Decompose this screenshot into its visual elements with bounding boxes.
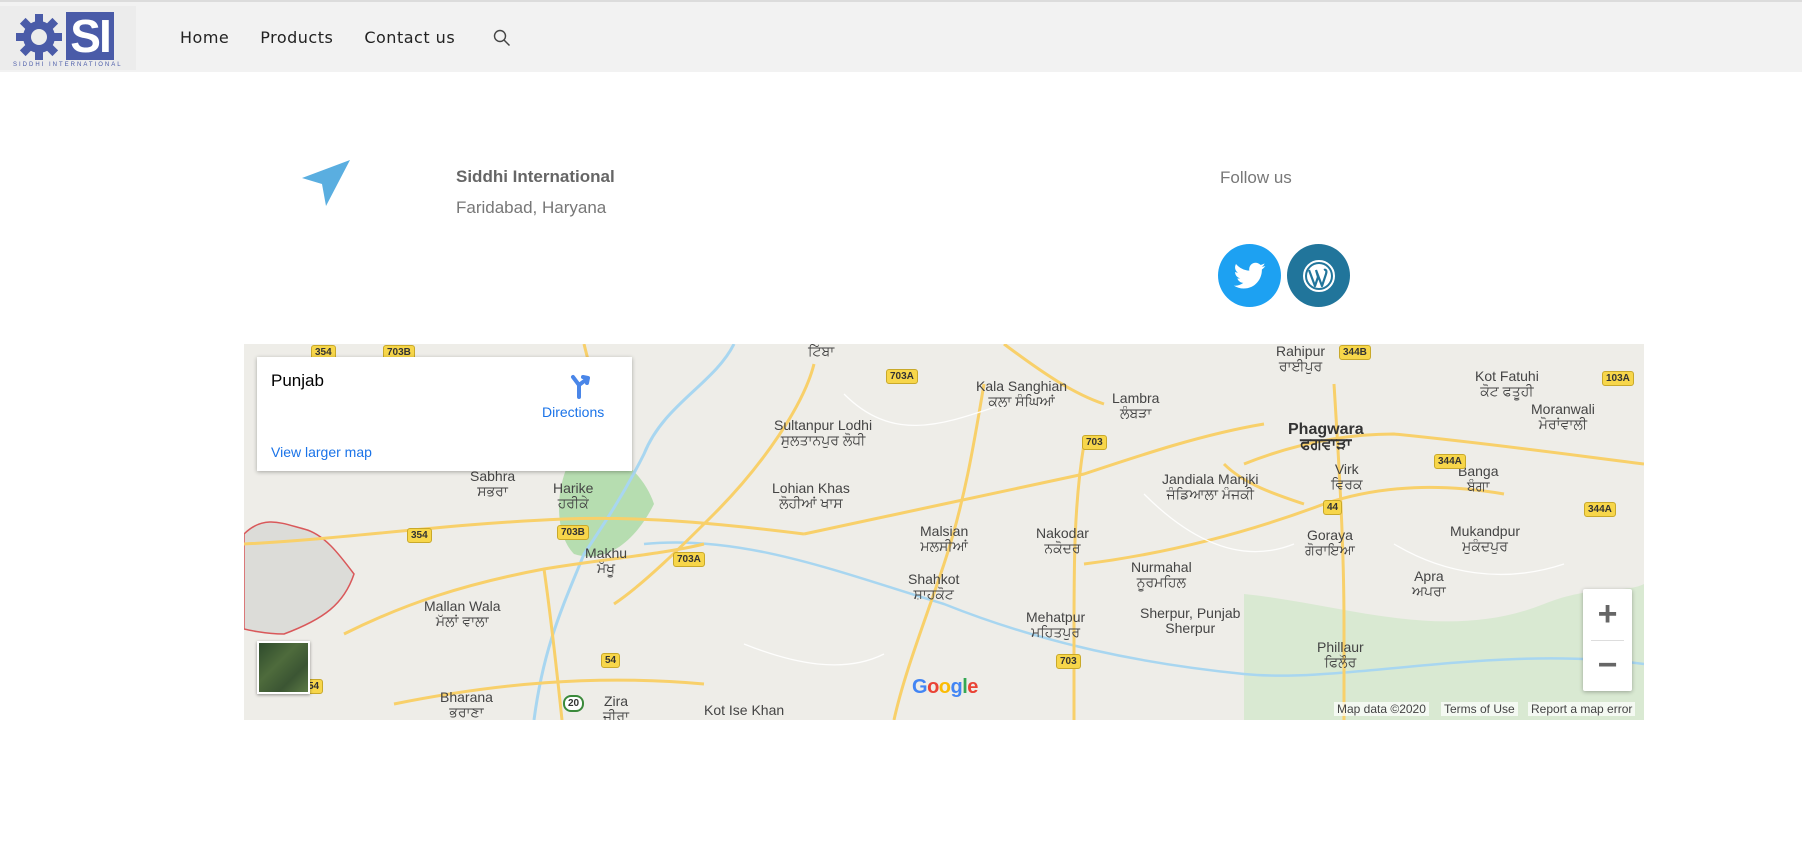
map-place-label: Shahkot ਸ਼ਾਹਕੋਟ — [908, 571, 960, 602]
map-place-label: Mallan Wala ਮੱਲਾਂ ਵਾਲਾ — [424, 598, 501, 629]
map-place-label: Phagwara ਫਗਵਾੜਾ — [1288, 421, 1364, 453]
company-name: Siddhi International — [456, 167, 615, 186]
map-place-label: Apra ਅਪਰਾ — [1412, 568, 1446, 599]
logo-letters: SI — [66, 12, 114, 60]
map-place-label: Sherpur, Punjab Sherpur — [1140, 605, 1241, 636]
road-shield: 703 — [1082, 435, 1107, 450]
map-place-label: Moranwali ਮੋਰਾਂਵਾਲੀ — [1531, 401, 1595, 432]
nav-home[interactable]: Home — [180, 28, 229, 47]
map-place-label: Kot Fatuhi ਕੋਟ ਫਤੂਹੀ — [1475, 368, 1539, 399]
road-shield: 703A — [886, 369, 918, 384]
map-place-label: Phillaur ਫਿਲੌਰ — [1317, 639, 1364, 670]
satellite-toggle[interactable] — [257, 641, 310, 694]
map-place-label: Sultanpur Lodhi ਸੁਲਤਾਨਪੁਰ ਲੋਧੀ — [774, 417, 873, 448]
wordpress-icon — [1302, 259, 1335, 292]
directions-icon[interactable] — [567, 373, 593, 399]
map-place-label: Nurmahal ਨੂਰਮਹਿਲ — [1131, 559, 1192, 590]
map-attribution: Map data ©2020 Terms of Use Report a map… — [244, 700, 1644, 720]
road-shield: 344A — [1434, 454, 1466, 469]
map-place-label: Sabhra ਸਭਰਾ — [470, 468, 516, 499]
google-logo: Google — [912, 676, 978, 699]
map-place-label: Kala Sanghian ਕਲਾ ਸੰਘਿਆਂ — [976, 378, 1068, 409]
main-nav: Home Products Contact us — [180, 28, 486, 47]
map-place-label: Harike ਹਰੀਕੇ — [553, 480, 594, 511]
map-place-label: Jandiala Manjki ਜੰਡਿਆਲਾ ਮੰਜਕੀ — [1162, 471, 1259, 502]
map-place-label: Lohian Khas ਲੋਹੀਆਂ ਖਾਸ — [772, 480, 850, 511]
zoom-divider — [1591, 640, 1624, 641]
map-data-label: Map data ©2020 — [1334, 702, 1429, 716]
view-larger-map-link[interactable]: View larger map — [271, 444, 372, 460]
map-place-label: Nakodar ਨਕੋਦਰ — [1036, 525, 1089, 556]
map-place-label: Malsian ਮਲਸੀਆਂ — [920, 523, 969, 554]
google-logo-letter: g — [950, 676, 963, 698]
road-shield: 703B — [557, 525, 589, 540]
zoom-controls: + − — [1583, 589, 1632, 691]
map-place-label: Makhu ਮੱਖੂ — [585, 545, 628, 576]
location-arrow-icon — [302, 160, 350, 206]
road-shield: 54 — [601, 653, 621, 668]
google-logo-letter: e — [967, 676, 978, 698]
google-logo-letter: o — [927, 676, 939, 698]
directions-link[interactable]: Directions — [542, 404, 604, 420]
gear-icon — [16, 14, 62, 60]
road-shield: 44 — [1323, 500, 1343, 515]
site-header: SI SIDDHI INTERNATIONAL Home Products Co… — [0, 2, 1802, 72]
search-icon[interactable] — [493, 29, 511, 47]
google-logo-letter: G — [912, 676, 928, 698]
zoom-out-button[interactable]: − — [1583, 640, 1632, 691]
site-logo[interactable]: SI SIDDHI INTERNATIONAL — [0, 6, 136, 70]
zoom-in-button[interactable]: + — [1583, 589, 1632, 640]
road-shield: 703 — [1056, 654, 1081, 669]
map-place-title: Punjab — [271, 371, 324, 390]
google-logo-letter: o — [938, 676, 951, 698]
follow-us-label: Follow us — [1220, 168, 1292, 187]
nav-contact[interactable]: Contact us — [364, 28, 455, 47]
road-shield: 103A — [1602, 371, 1634, 386]
twitter-icon — [1233, 262, 1265, 289]
company-address: Faridabad, Haryana — [456, 198, 607, 217]
terms-of-use-link[interactable]: Terms of Use — [1441, 702, 1518, 716]
map-place-label: Mukandpur ਮੁਕੰਦਪੁਰ — [1450, 523, 1521, 554]
nav-products[interactable]: Products — [260, 28, 333, 47]
map-place-label: ਟਿੱਬਾ — [808, 344, 835, 359]
map-place-label: Goraya ਗੋਰਾਇਆ — [1305, 527, 1355, 558]
report-map-error-link[interactable]: Report a map error — [1528, 702, 1636, 716]
twitter-button[interactable] — [1218, 244, 1281, 307]
wordpress-button[interactable] — [1287, 244, 1350, 307]
road-shield: 344B — [1339, 345, 1371, 360]
map-place-label: Rahipur ਰਾਈਪੁਰ — [1276, 344, 1326, 374]
map-place-label: Lambra ਲੰਬੜਾ — [1112, 390, 1160, 421]
map-info-card: Punjab Directions View larger map — [257, 357, 632, 471]
road-shield: 703A — [673, 552, 705, 567]
map-place-label: Mehatpur ਮਹਿਤਪੁਰ — [1026, 609, 1086, 640]
map-place-label: Virk ਵਿਰਕ — [1331, 461, 1363, 492]
road-shield: 344A — [1584, 502, 1616, 517]
embedded-map[interactable]: Kala Sanghian ਕਲਾ ਸੰਘਿਆਂ Lambra ਲੰਬੜਾ Phag… — [244, 344, 1644, 720]
road-shield: 354 — [407, 528, 432, 543]
logo-text: SIDDHI INTERNATIONAL — [13, 62, 123, 68]
